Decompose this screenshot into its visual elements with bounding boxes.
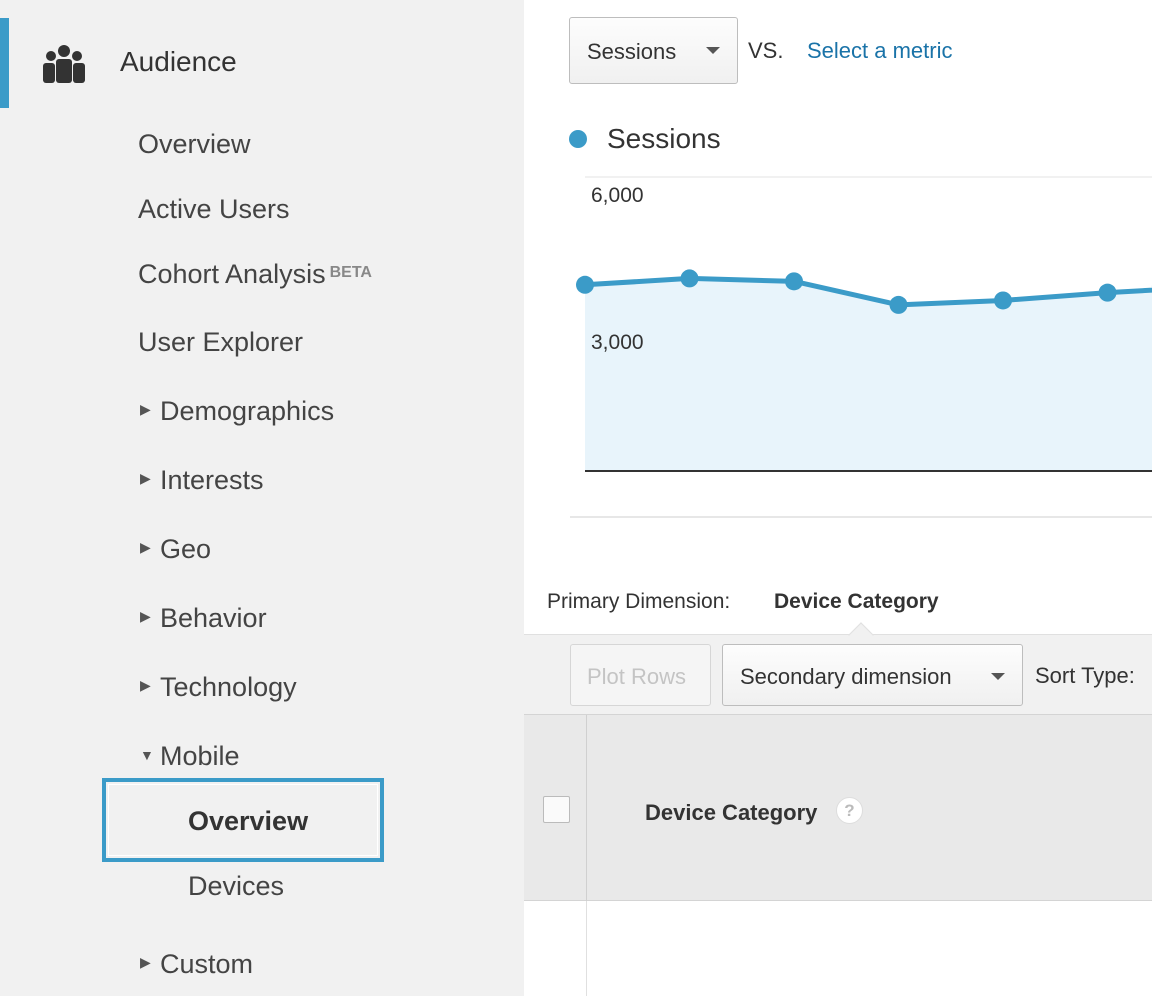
nav-item-overview[interactable]: Overview xyxy=(138,129,251,160)
primary-dimension-value[interactable]: Device Category xyxy=(774,590,939,614)
expand-arrow-icon: ▶ xyxy=(140,608,151,625)
y-tick-label: 6,000 xyxy=(591,184,644,207)
data-point xyxy=(680,269,699,288)
nav-item-label: Behavior xyxy=(160,603,267,633)
sidebar-nav: Audience Overview Active Users Cohort An… xyxy=(0,0,524,996)
data-point xyxy=(1098,283,1117,302)
column-divider xyxy=(586,901,587,996)
nav-item-custom[interactable]: ▶ Custom xyxy=(140,949,253,980)
secondary-dimension-label: Secondary dimension xyxy=(740,664,952,689)
nav-item-mobile-overview-label[interactable]: Overview xyxy=(188,806,308,837)
report-main: Sessions VS. Select a metric Sessions 6,… xyxy=(524,0,1152,996)
nav-item-interests[interactable]: ▶ Interests xyxy=(140,465,264,496)
nav-item-mobile-devices[interactable]: Devices xyxy=(188,871,284,902)
nav-item-label: Overview xyxy=(138,129,251,159)
table-header: Device Category ? xyxy=(524,714,1152,902)
primary-dimension-label: Primary Dimension: xyxy=(547,590,731,613)
table-toolbar: Plot Rows Secondary dimension Sort Type: xyxy=(524,622,1152,714)
nav-item-label: Cohort Analysis xyxy=(138,259,326,289)
collapse-arrow-icon: ▼ xyxy=(140,746,154,763)
nav-item-label: Demographics xyxy=(160,396,335,426)
nav-item-label: Mobile xyxy=(160,741,240,771)
nav-item-label: User Explorer xyxy=(138,327,304,357)
nav-item-mobile[interactable]: ▼ Mobile xyxy=(140,741,240,772)
nav-item-demographics[interactable]: ▶ Demographics xyxy=(140,396,334,427)
expand-arrow-icon: ▶ xyxy=(140,401,151,418)
data-point xyxy=(576,275,594,294)
nav-item-label: Technology xyxy=(160,672,297,702)
table-body xyxy=(524,901,1152,996)
column-header-device-category[interactable]: Device Category xyxy=(645,800,817,826)
data-point xyxy=(889,295,908,314)
help-icon[interactable]: ? xyxy=(836,797,863,824)
section-title-audience[interactable]: Audience xyxy=(120,46,237,78)
nav-item-label: Custom xyxy=(160,949,254,979)
column-divider xyxy=(586,715,587,902)
plot-rows-label: Plot Rows xyxy=(587,664,687,689)
select-all-checkbox[interactable] xyxy=(543,796,570,823)
sort-type-label: Sort Type: xyxy=(1035,663,1135,688)
expand-arrow-icon: ▶ xyxy=(140,954,151,971)
primary-dimension: Primary Dimension: Device Category xyxy=(547,590,939,614)
nav-item-label: Active Users xyxy=(138,194,290,224)
secondary-dimension-dropdown[interactable]: Secondary dimension xyxy=(722,644,1023,706)
nav-item-technology[interactable]: ▶ Technology xyxy=(140,672,297,703)
sessions-chart: 6,000 3,000 xyxy=(570,176,1152,518)
sessions-area-fill xyxy=(585,278,1152,471)
nav-item-cohort-analysis[interactable]: Cohort Analysis BETA xyxy=(138,259,372,290)
nav-item-label: Geo xyxy=(160,534,212,564)
section-active-indicator xyxy=(0,18,9,108)
nav-item-active-users[interactable]: Active Users xyxy=(138,194,290,225)
expand-arrow-icon: ▶ xyxy=(140,677,151,694)
nav-item-behavior[interactable]: ▶ Behavior xyxy=(140,603,267,634)
audience-group-icon xyxy=(43,45,85,83)
nav-item-geo[interactable]: ▶ Geo xyxy=(140,534,211,565)
data-point xyxy=(994,291,1012,310)
y-tick-label: 3,000 xyxy=(591,331,644,354)
chevron-down-icon xyxy=(991,673,1005,680)
plot-rows-button[interactable]: Plot Rows xyxy=(570,644,711,706)
nav-item-user-explorer[interactable]: User Explorer xyxy=(138,327,303,358)
nav-item-label: Interests xyxy=(160,465,264,495)
expand-arrow-icon: ▶ xyxy=(140,539,151,556)
expand-arrow-icon: ▶ xyxy=(140,470,151,487)
data-point xyxy=(785,272,803,291)
beta-badge: BETA xyxy=(329,264,372,281)
